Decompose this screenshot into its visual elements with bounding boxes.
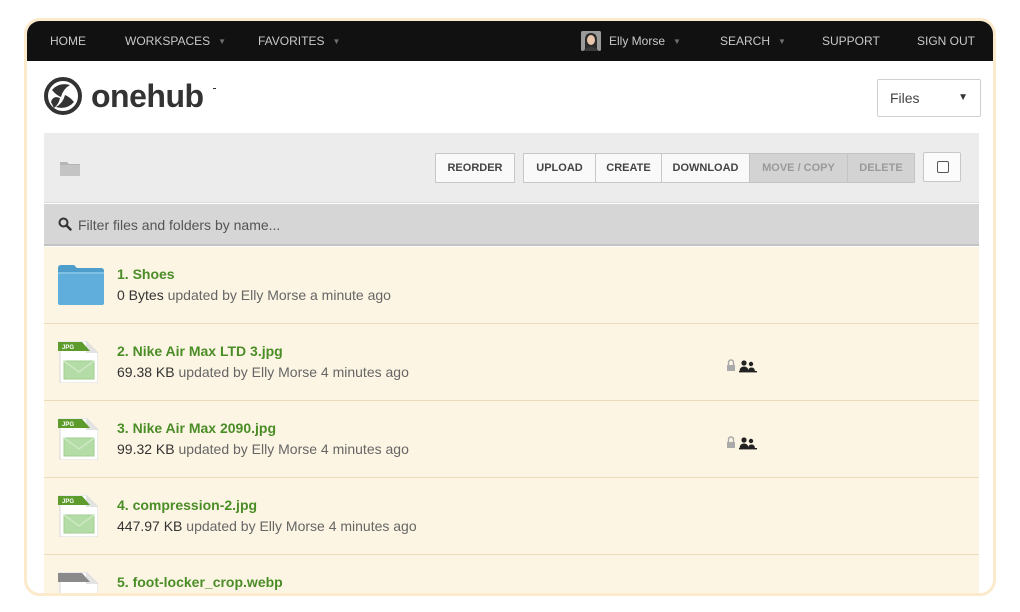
item-meta: 447.97 KB updated by Elly Morse 4 minute… <box>117 518 417 534</box>
lock-icon <box>727 436 735 448</box>
list-item[interactable]: 5. foot-locker_crop.webp <box>44 555 979 593</box>
app-frame: HOME WORKSPACES ▼ FAVORITES ▼ Elly Morse ▼ … <box>24 18 996 596</box>
list-item[interactable]: 1. Shoes 0 Bytes updated by Elly Morse a… <box>44 247 979 324</box>
current-folder-icon[interactable] <box>60 160 80 176</box>
trademark-mark <box>213 88 216 89</box>
nav-search-label: SEARCH <box>720 34 771 48</box>
view-select[interactable]: Files ▼ <box>877 79 981 117</box>
create-button[interactable]: CREATE <box>595 153 662 183</box>
item-size: 447.97 KB <box>117 518 183 534</box>
item-size: 0 Bytes <box>117 287 164 303</box>
download-button[interactable]: DOWNLOAD <box>661 153 750 183</box>
list-item[interactable]: JPG 4. compression-2.jpg 447.97 KB updat… <box>44 478 979 555</box>
item-name: compression-2.jpg <box>132 497 258 513</box>
item-meta: 69.38 KB updated by Elly Morse 4 minutes… <box>117 364 409 380</box>
item-updated: updated by Elly Morse a minute ago <box>167 287 391 303</box>
chevron-down-icon: ▼ <box>218 37 227 46</box>
chevron-down-icon: ▼ <box>958 92 968 103</box>
shared-users-icon <box>739 360 757 373</box>
item-title[interactable]: 5. foot-locker_crop.webp <box>117 574 283 590</box>
nav-favorites-label: FAVORITES <box>258 34 325 48</box>
item-number: 3. <box>117 420 129 436</box>
view-select-value: Files <box>890 90 920 106</box>
item-updated: updated by Elly Morse 4 minutes ago <box>178 441 409 457</box>
item-title[interactable]: 1. Shoes <box>117 266 175 282</box>
jpg-file-icon: JPG <box>58 418 98 460</box>
nav-favorites-menu[interactable]: FAVORITES ▼ <box>258 21 340 61</box>
nav-home-link[interactable]: HOME <box>50 21 86 61</box>
nav-search-menu[interactable]: SEARCH ▼ <box>720 21 786 61</box>
list-item[interactable]: JPG 2. Nike Air Max LTD 3.jpg 69.38 KB u… <box>44 324 979 401</box>
folder-icon <box>58 265 104 305</box>
item-badges <box>726 436 766 455</box>
item-title[interactable]: 4. compression-2.jpg <box>117 497 257 513</box>
chevron-down-icon: ▼ <box>332 37 341 46</box>
move-copy-button[interactable]: MOVE / COPY <box>749 153 848 183</box>
upload-button[interactable]: UPLOAD <box>523 153 596 183</box>
file-list: 1. Shoes 0 Bytes updated by Elly Morse a… <box>44 247 979 593</box>
user-avatar[interactable] <box>581 31 601 51</box>
brand-name: onehub <box>91 78 204 114</box>
item-badges <box>726 359 766 378</box>
item-title[interactable]: 2. Nike Air Max LTD 3.jpg <box>117 343 283 359</box>
item-name: Nike Air Max LTD 3.jpg <box>132 343 283 359</box>
nav-support-link[interactable]: SUPPORT <box>822 21 880 61</box>
nav-sign-out-link[interactable]: SIGN OUT <box>917 21 975 61</box>
item-size: 69.38 KB <box>117 364 175 380</box>
item-title[interactable]: 3. Nike Air Max 2090.jpg <box>117 420 276 436</box>
onehub-logo-icon <box>44 77 82 115</box>
lock-icon <box>727 359 735 371</box>
item-number: 1. <box>117 266 129 282</box>
select-all-button[interactable] <box>923 152 961 182</box>
chevron-down-icon: ▼ <box>673 37 681 46</box>
item-meta: 99.32 KB updated by Elly Morse 4 minutes… <box>117 441 409 457</box>
filter-input[interactable] <box>78 211 958 239</box>
item-size: 99.32 KB <box>117 441 175 457</box>
chevron-down-icon: ▼ <box>778 37 786 46</box>
nav-workspaces-label: WORKSPACES <box>125 34 211 48</box>
user-name: Elly Morse <box>609 34 666 48</box>
select-all-checkbox[interactable] <box>937 161 949 173</box>
item-name: Shoes <box>132 266 175 282</box>
item-number: 5. <box>117 574 129 590</box>
jpg-file-icon: JPG <box>58 341 98 383</box>
user-menu[interactable]: Elly Morse ▼ <box>609 21 681 61</box>
search-icon <box>58 217 72 231</box>
jpg-file-icon: JPG <box>58 495 98 537</box>
file-badge: JPG <box>62 345 74 351</box>
webp-file-icon <box>58 572 98 593</box>
item-name: foot-locker_crop.webp <box>132 574 283 590</box>
file-badge: JPG <box>62 499 74 505</box>
item-updated: updated by Elly Morse 4 minutes ago <box>178 364 409 380</box>
shared-users-icon <box>739 437 757 450</box>
file-toolbar: REORDER UPLOAD CREATE DOWNLOAD MOVE / CO… <box>44 133 979 203</box>
item-updated: updated by Elly Morse 4 minutes ago <box>186 518 417 534</box>
reorder-button[interactable]: REORDER <box>435 153 515 183</box>
top-navigation: HOME WORKSPACES ▼ FAVORITES ▼ Elly Morse ▼ … <box>27 21 993 61</box>
avatar-icon <box>581 31 601 51</box>
item-meta: 0 Bytes updated by Elly Morse a minute a… <box>117 287 391 303</box>
item-name: Nike Air Max 2090.jpg <box>132 420 277 436</box>
list-item[interactable]: JPG 3. Nike Air Max 2090.jpg 99.32 KB up… <box>44 401 979 478</box>
file-badge: JPG <box>62 422 74 428</box>
delete-button[interactable]: DELETE <box>847 153 915 183</box>
nav-workspaces-menu[interactable]: WORKSPACES ▼ <box>125 21 226 61</box>
item-number: 2. <box>117 343 129 359</box>
item-number: 4. <box>117 497 129 513</box>
filter-bar <box>44 204 979 246</box>
